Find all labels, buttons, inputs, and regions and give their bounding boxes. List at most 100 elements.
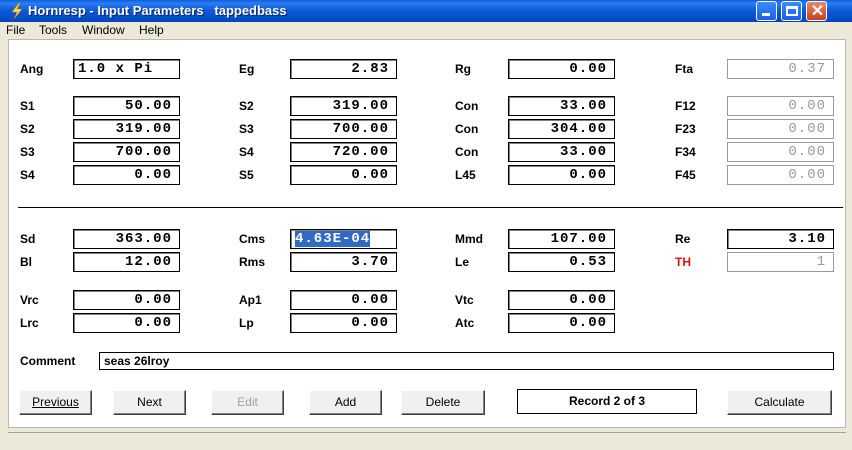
atc-field[interactable]: 0.00 (508, 313, 615, 333)
lp-label: Lp (239, 316, 254, 330)
menu-tools[interactable]: Tools (39, 23, 67, 37)
record-indicator: Record 2 of 3 (517, 389, 697, 414)
s2-row2-label: S2 (20, 122, 35, 136)
title-bar[interactable]: Hornresp - Input Parameters tappedbass ✕ (0, 0, 852, 22)
mmd-field[interactable]: 107.00 (508, 229, 615, 249)
f45-label: F45 (675, 168, 696, 182)
con1-field[interactable]: 33.00 (508, 96, 615, 116)
ap1-label: Ap1 (239, 293, 262, 307)
atc-label: Atc (455, 316, 475, 330)
next-label: Next (137, 395, 162, 409)
status-bar (8, 432, 846, 450)
s3-label: S3 (239, 122, 254, 136)
s5-label: S5 (239, 168, 254, 182)
f12-field[interactable]: 0.00 (727, 96, 834, 116)
fta-field[interactable]: 0.37 (727, 59, 834, 79)
cms-label: Cms (239, 232, 266, 246)
s3-row3-field[interactable]: 700.00 (73, 142, 180, 162)
s1-label: S1 (20, 99, 35, 113)
rg-label: Rg (455, 62, 471, 76)
ang-label: Ang (20, 62, 44, 76)
rms-field[interactable]: 3.70 (290, 252, 397, 272)
eg-field[interactable]: 2.83 (290, 59, 397, 79)
con1-label: Con (455, 99, 479, 113)
menu-window[interactable]: Window (82, 23, 125, 37)
window-title: Hornresp - Input Parameters tappedbass (28, 3, 287, 18)
rg-field[interactable]: 0.00 (508, 59, 615, 79)
cms-field[interactable]: 4.63E-04 (290, 229, 397, 249)
l45-label: L45 (455, 168, 476, 182)
s4-field[interactable]: 720.00 (290, 142, 397, 162)
eg-label: Eg (239, 62, 255, 76)
con2-label: Con (455, 122, 479, 136)
bl-label: Bl (20, 255, 32, 269)
lightning-app-icon (11, 2, 23, 20)
s5-field[interactable]: 0.00 (290, 165, 397, 185)
delete-button[interactable]: Delete (401, 390, 485, 415)
previous-button[interactable]: Previous (19, 390, 92, 415)
close-icon: ✕ (810, 3, 825, 20)
calculate-button[interactable]: Calculate (727, 390, 832, 415)
calculate-label: Calculate (754, 395, 805, 409)
con3-label: Con (455, 145, 479, 159)
f45-field[interactable]: 0.00 (727, 165, 834, 185)
ap1-field[interactable]: 0.00 (290, 290, 397, 310)
lrc-field[interactable]: 0.00 (73, 313, 180, 333)
maximize-button[interactable] (781, 1, 802, 21)
ang-field[interactable]: 1.0 x Pi (73, 59, 180, 79)
bl-field[interactable]: 12.00 (73, 252, 180, 272)
s2-field[interactable]: 319.00 (290, 96, 397, 116)
vrc-field[interactable]: 0.00 (73, 290, 180, 310)
close-button[interactable]: ✕ (806, 1, 827, 21)
re-label: Re (675, 232, 691, 246)
edit-label: Edit (237, 395, 258, 409)
menu-file[interactable]: File (6, 23, 25, 37)
next-button[interactable]: Next (113, 390, 186, 415)
vtc-field[interactable]: 0.00 (508, 290, 615, 310)
le-label: Le (455, 255, 470, 269)
con2-field[interactable]: 304.00 (508, 119, 615, 139)
f23-label: F23 (675, 122, 696, 136)
f34-field[interactable]: 0.00 (727, 142, 834, 162)
s4-row4-field[interactable]: 0.00 (73, 165, 180, 185)
s4-row4-label: S4 (20, 168, 35, 182)
minimize-icon (762, 13, 770, 16)
th-field[interactable]: 1 (727, 252, 834, 272)
add-label: Add (334, 395, 357, 409)
menu-help[interactable]: Help (139, 23, 164, 37)
f12-label: F12 (675, 99, 696, 113)
maximize-icon (786, 6, 798, 16)
le-field[interactable]: 0.53 (508, 252, 615, 272)
th-label: TH (675, 255, 691, 269)
lrc-label: Lrc (20, 316, 39, 330)
vtc-label: Vtc (455, 293, 474, 307)
con3-field[interactable]: 33.00 (508, 142, 615, 162)
input-parameters-panel: Ang 1.0 x Pi Eg 2.83 Rg 0.00 Fta 0.37 S1… (8, 39, 846, 428)
add-button[interactable]: Add (309, 390, 382, 415)
s2-label: S2 (239, 99, 254, 113)
s1-field[interactable]: 50.00 (73, 96, 180, 116)
comment-label: Comment (20, 354, 76, 368)
delete-label: Delete (425, 395, 461, 409)
re-field[interactable]: 3.10 (727, 229, 834, 249)
minimize-button[interactable] (756, 1, 777, 21)
sd-label: Sd (20, 232, 36, 246)
cms-selected-text: 4.63E-04 (295, 231, 371, 247)
previous-label: Previous (32, 395, 79, 409)
f23-field[interactable]: 0.00 (727, 119, 834, 139)
l45-field[interactable]: 0.00 (508, 165, 615, 185)
comment-field[interactable]: seas 26lroy (99, 352, 834, 370)
vrc-label: Vrc (20, 293, 39, 307)
sd-field[interactable]: 363.00 (73, 229, 180, 249)
s3-row3-label: S3 (20, 145, 35, 159)
section-divider (18, 207, 843, 208)
s2-row2-field[interactable]: 319.00 (73, 119, 180, 139)
f34-label: F34 (675, 145, 696, 159)
rms-label: Rms (239, 255, 266, 269)
fta-label: Fta (675, 62, 693, 76)
menu-bar: File Tools Window Help (0, 22, 852, 39)
lp-field[interactable]: 0.00 (290, 313, 397, 333)
s4-label: S4 (239, 145, 254, 159)
edit-button[interactable]: Edit (211, 390, 284, 415)
s3-field[interactable]: 700.00 (290, 119, 397, 139)
